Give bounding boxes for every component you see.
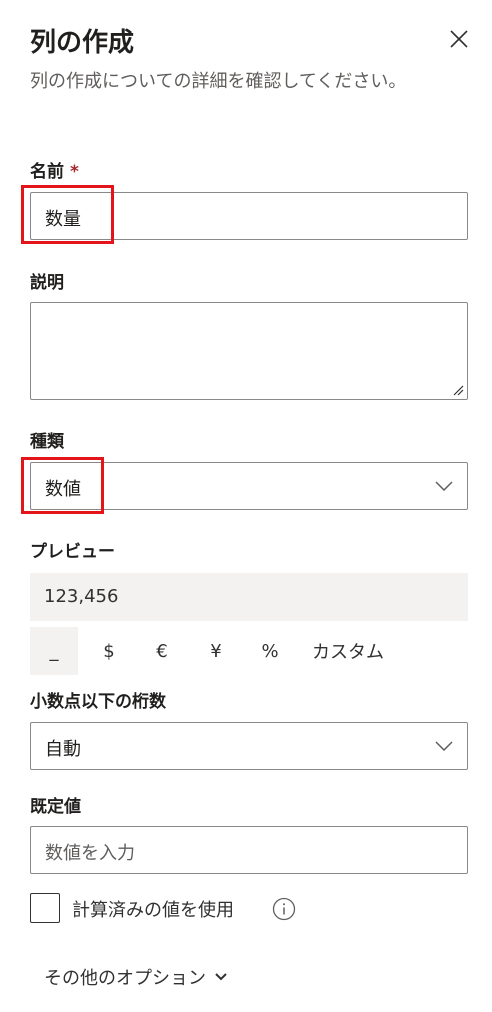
preview-value: 123,456 [44,586,119,607]
highlight-box-name [21,185,114,244]
decimal-places-dropdown[interactable]: 自動 [30,722,468,770]
calculated-value-label[interactable]: 計算済みの値を使用 [72,896,234,922]
format-option-plain[interactable]: _ [30,627,78,675]
panel-subtitle: 列の作成についての詳細を確認してください。 [30,71,407,92]
name-label: 名前 * [30,157,79,182]
more-options-button[interactable]: その他のオプション [44,964,228,990]
format-option-dollar[interactable]: $ [90,627,128,675]
panel-title: 列の作成 [30,28,135,58]
name-label-text: 名前 [30,162,64,182]
preview-label: プレビュー [30,542,115,562]
chevron-down-icon [435,481,453,491]
info-icon[interactable] [272,897,296,921]
decimal-places-selected: 自動 [45,739,81,760]
close-icon[interactable] [446,26,472,52]
description-textarea[interactable] [30,302,468,400]
default-value-label: 既定値 [30,797,81,817]
chevron-down-icon [435,741,453,751]
decimal-places-label: 小数点以下の桁数 [30,692,166,712]
format-option-euro[interactable]: € [143,627,181,675]
format-option-custom[interactable]: カスタム [302,627,394,675]
required-marker: * [70,162,79,182]
type-label: 種類 [30,432,64,452]
default-value-input[interactable]: 数値を入力 [30,826,468,874]
default-value-placeholder: 数値を入力 [45,843,135,864]
chevron-down-icon [215,973,227,981]
resize-grip-icon[interactable] [452,384,464,396]
calculated-value-checkbox[interactable] [30,893,60,923]
highlight-box-type [21,457,104,514]
more-options-label: その他のオプション [44,968,206,989]
description-label: 説明 [30,273,64,293]
format-option-percent[interactable]: % [250,627,290,675]
format-option-yen[interactable]: ¥ [197,627,235,675]
preview-box: 123,456 [30,573,468,621]
